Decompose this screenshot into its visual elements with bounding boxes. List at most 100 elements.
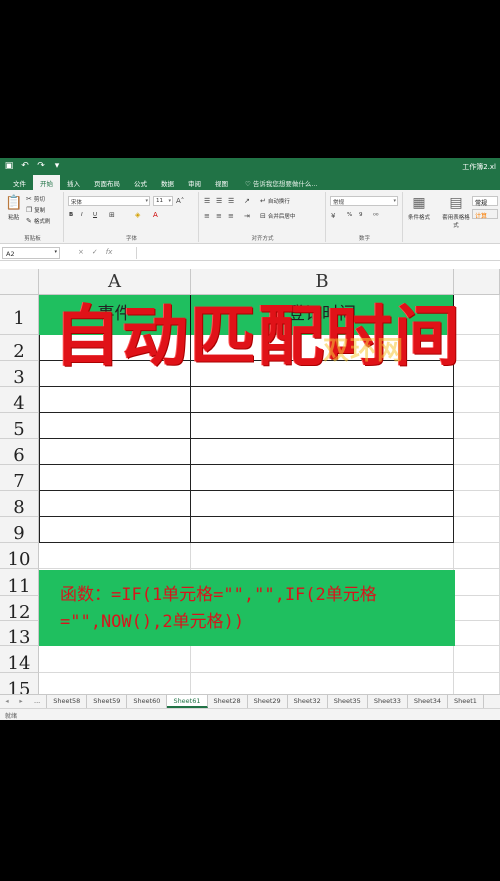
- table-cell[interactable]: [39, 491, 191, 517]
- align-bottom-button[interactable]: ☰: [228, 197, 234, 205]
- table-cell[interactable]: [454, 517, 500, 543]
- table-cell[interactable]: [191, 439, 454, 465]
- select-all-corner[interactable]: [0, 269, 39, 295]
- sheet-tab[interactable]: Sheet34: [408, 695, 448, 708]
- border-button[interactable]: ⊞: [109, 211, 115, 219]
- table-cell[interactable]: [39, 387, 191, 413]
- accounting-button[interactable]: ¥: [331, 212, 335, 220]
- align-left-button[interactable]: ≡: [204, 212, 210, 220]
- table-cell[interactable]: [39, 646, 191, 673]
- wrap-text-button[interactable]: ↵ 自动换行: [260, 197, 290, 205]
- format-painter-button[interactable]: ✎ 格式刷: [26, 217, 50, 225]
- row-header[interactable]: 6: [0, 439, 39, 466]
- table-cell[interactable]: [191, 413, 454, 439]
- cancel-icon[interactable]: ×: [78, 248, 84, 256]
- row-header[interactable]: 12: [0, 596, 39, 623]
- sheet-tab[interactable]: Sheet28: [208, 695, 248, 708]
- table-cell[interactable]: [191, 491, 454, 517]
- customize-toolbar-icon[interactable]: ▾: [52, 161, 62, 171]
- sheet-tab[interactable]: Sheet59: [87, 695, 128, 708]
- font-size-select[interactable]: 11: [153, 196, 173, 206]
- enter-icon[interactable]: ✓: [92, 248, 98, 256]
- format-as-table-button[interactable]: ▤ 套用表格格式: [442, 195, 470, 229]
- table-cell[interactable]: [191, 673, 454, 694]
- table-cell[interactable]: [191, 543, 454, 569]
- bold-button[interactable]: B: [69, 212, 73, 218]
- align-right-button[interactable]: ≡: [228, 212, 234, 220]
- formula-input[interactable]: [136, 247, 498, 259]
- row-header[interactable]: 15: [0, 673, 39, 694]
- table-cell[interactable]: [454, 439, 500, 465]
- number-format-select[interactable]: 常规: [330, 196, 398, 206]
- indent-button[interactable]: ⇥: [244, 212, 250, 220]
- row-header[interactable]: 4: [0, 387, 39, 414]
- column-header-a[interactable]: A: [39, 269, 191, 295]
- style-normal[interactable]: 常规: [472, 196, 498, 207]
- tell-me-search[interactable]: ♡ 告诉我您想要做什么...: [235, 175, 318, 190]
- table-cell[interactable]: [454, 621, 500, 646]
- sheet-tab[interactable]: Sheet58: [47, 695, 88, 708]
- row-header[interactable]: 7: [0, 465, 39, 492]
- align-center-button[interactable]: ≡: [216, 212, 222, 220]
- table-cell[interactable]: [39, 543, 191, 569]
- table-cell[interactable]: [454, 465, 500, 491]
- cut-button[interactable]: ✂ 剪切: [26, 195, 45, 203]
- tab-data[interactable]: 数据: [154, 175, 181, 190]
- table-cell[interactable]: [191, 646, 454, 673]
- tab-formulas[interactable]: 公式: [127, 175, 154, 190]
- undo-icon[interactable]: ↶: [20, 161, 30, 171]
- row-header[interactable]: 14: [0, 646, 39, 674]
- insert-function-icon[interactable]: fx: [106, 248, 113, 256]
- table-cell[interactable]: [454, 569, 500, 596]
- table-cell[interactable]: [454, 673, 500, 694]
- sheet-tab[interactable]: Sheet32: [288, 695, 328, 708]
- sheet-tab[interactable]: Sheet1: [448, 695, 484, 708]
- conditional-format-button[interactable]: ▦ 条件格式: [408, 195, 430, 221]
- table-cell[interactable]: [454, 543, 500, 569]
- column-header-b[interactable]: B: [191, 269, 454, 295]
- copy-button[interactable]: ❐ 复制: [26, 206, 45, 214]
- row-header[interactable]: 9: [0, 517, 39, 544]
- tab-view[interactable]: 视图: [208, 175, 235, 190]
- grow-font-button[interactable]: A˄: [176, 197, 184, 205]
- paste-button[interactable]: 📋 粘贴: [5, 195, 22, 221]
- tab-review[interactable]: 审阅: [181, 175, 208, 190]
- font-name-select[interactable]: 宋体: [68, 196, 150, 206]
- row-header[interactable]: 2: [0, 335, 39, 362]
- row-header[interactable]: 3: [0, 361, 39, 388]
- sheet-tab[interactable]: Sheet33: [368, 695, 408, 708]
- table-cell[interactable]: [454, 387, 500, 413]
- fill-color-button[interactable]: ◈: [135, 211, 140, 219]
- row-header[interactable]: 11: [0, 569, 39, 597]
- next-sheet-icon[interactable]: ▸: [14, 695, 28, 708]
- prev-sheet-icon[interactable]: ◂: [0, 695, 14, 708]
- sheet-tab-active[interactable]: Sheet61: [167, 695, 208, 708]
- align-top-button[interactable]: ☰: [204, 197, 210, 205]
- merge-center-button[interactable]: ⊟ 合并后居中: [260, 212, 295, 220]
- table-cell[interactable]: [39, 439, 191, 465]
- more-sheets[interactable]: ...: [28, 695, 48, 708]
- table-cell[interactable]: [191, 465, 454, 491]
- table-cell[interactable]: [454, 646, 500, 673]
- align-middle-button[interactable]: ☰: [216, 197, 222, 205]
- percent-button[interactable]: %: [347, 212, 352, 218]
- comma-button[interactable]: 9: [359, 212, 363, 218]
- sheet-tab[interactable]: Sheet29: [248, 695, 288, 708]
- style-calculation[interactable]: 计算: [472, 209, 498, 220]
- column-header-c[interactable]: [454, 269, 500, 295]
- name-box[interactable]: A2: [2, 247, 60, 259]
- sheet-tab[interactable]: Sheet60: [127, 695, 168, 708]
- tab-home[interactable]: 开始: [33, 175, 60, 190]
- table-cell[interactable]: [39, 413, 191, 439]
- italic-button[interactable]: I: [81, 212, 83, 218]
- table-cell[interactable]: [454, 413, 500, 439]
- table-cell[interactable]: [191, 387, 454, 413]
- font-color-button[interactable]: A: [153, 211, 158, 219]
- row-header[interactable]: 5: [0, 413, 39, 440]
- table-cell[interactable]: [39, 465, 191, 491]
- row-header[interactable]: 1: [0, 295, 39, 335]
- table-cell[interactable]: [454, 596, 500, 621]
- tab-insert[interactable]: 插入: [60, 175, 87, 190]
- table-cell[interactable]: [191, 517, 454, 543]
- sheet-tab[interactable]: Sheet35: [328, 695, 368, 708]
